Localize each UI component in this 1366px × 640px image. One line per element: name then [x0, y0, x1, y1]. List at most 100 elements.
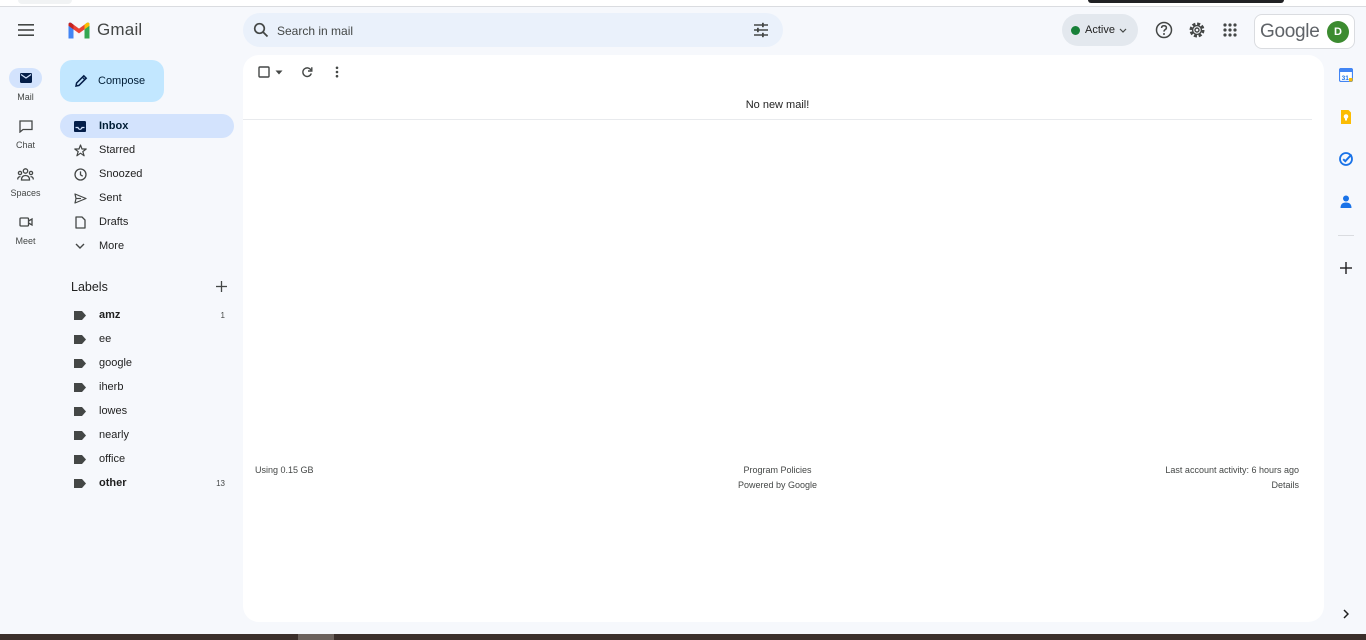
chevron-down-icon: [72, 243, 88, 249]
plus-icon: [1340, 262, 1352, 274]
account-button[interactable]: Google D: [1254, 14, 1355, 49]
apps-button[interactable]: [1219, 19, 1241, 41]
label-tag-icon: [74, 430, 86, 440]
keep-icon: [1341, 110, 1351, 124]
avatar[interactable]: D: [1327, 21, 1349, 43]
refresh-button[interactable]: [300, 65, 314, 79]
spaces-icon: [9, 164, 42, 184]
chat-icon: [9, 116, 42, 136]
label-item-google[interactable]: google: [60, 351, 234, 375]
gear-icon: [1189, 22, 1205, 38]
nav-item-sent[interactable]: Sent: [60, 186, 234, 210]
get-addons-button[interactable]: [1335, 257, 1357, 279]
meet-icon: [9, 212, 42, 232]
unread-count: 1: [220, 310, 225, 320]
rail-label: Meet: [15, 236, 36, 246]
nav-item-drafts[interactable]: Drafts: [60, 210, 234, 234]
contacts-app-button[interactable]: [1335, 190, 1357, 212]
nav-item-starred[interactable]: Starred: [60, 138, 234, 162]
unread-count: 13: [216, 478, 225, 488]
keep-app-button[interactable]: [1335, 106, 1357, 128]
divider: [243, 119, 1312, 120]
status-selector[interactable]: Active: [1062, 14, 1138, 46]
label-name: other: [99, 477, 127, 489]
status-dot-icon: [1071, 25, 1080, 35]
nav-item-snoozed[interactable]: Snoozed: [60, 162, 234, 186]
support-button[interactable]: [1153, 19, 1175, 41]
rail-item-spaces[interactable]: Spaces: [0, 164, 51, 208]
apps-grid-icon: [1223, 23, 1237, 37]
show-side-panel-button[interactable]: [1335, 603, 1357, 625]
app-name: Gmail: [97, 20, 143, 39]
nav-label: Sent: [99, 192, 122, 204]
label-name: lowes: [99, 405, 128, 417]
divider: [1338, 235, 1354, 236]
mail-icon: [9, 68, 42, 88]
details-link[interactable]: Details: [1271, 480, 1299, 490]
taskbar-item: [298, 634, 334, 640]
label-tag-icon: [74, 406, 86, 416]
compose-button[interactable]: Compose: [60, 60, 164, 102]
label-name: amz: [99, 309, 121, 321]
star-icon: [72, 143, 88, 157]
empty-inbox-message: No new mail!: [745, 99, 810, 111]
label-name: iherb: [99, 381, 124, 393]
label-item-other[interactable]: other 13: [60, 471, 234, 495]
nav-item-more[interactable]: More: [60, 234, 234, 258]
label-tag-icon: [74, 358, 86, 368]
search-input[interactable]: [275, 13, 739, 49]
gmail-m-icon: [68, 22, 90, 39]
status-label: Active: [1085, 24, 1115, 36]
nav-item-inbox[interactable]: Inbox: [60, 114, 234, 138]
label-name: office: [99, 453, 126, 465]
svg-text:31: 31: [1342, 75, 1350, 82]
main-menu-button[interactable]: [12, 16, 40, 44]
refresh-icon: [302, 67, 313, 78]
label-item-office[interactable]: office: [60, 447, 234, 471]
label-item-nearly[interactable]: nearly: [60, 423, 234, 447]
label-item-amz[interactable]: amz 1: [60, 303, 234, 327]
search-options-icon[interactable]: [753, 22, 769, 43]
draft-icon: [72, 215, 88, 229]
nav-label: Inbox: [99, 120, 129, 132]
rail-label: Spaces: [10, 188, 41, 198]
checkbox-icon: [257, 66, 270, 78]
label-item-iherb[interactable]: iherb: [60, 375, 234, 399]
nav-label: Snoozed: [99, 168, 143, 180]
program-policies-link[interactable]: Program Policies: [243, 465, 1312, 475]
gmail-logo[interactable]: Gmail: [67, 20, 142, 40]
rail-item-meet[interactable]: Meet: [0, 212, 51, 256]
powered-by-google: Powered by Google: [737, 480, 818, 490]
add-label-button[interactable]: [213, 278, 229, 294]
select-checkbox[interactable]: [255, 65, 285, 79]
mail-list-panel: No new mail! Using 0.15 GB Program Polic…: [243, 55, 1324, 622]
chevron-down-icon: [1119, 24, 1127, 36]
clock-icon: [72, 167, 88, 181]
tasks-icon: [1339, 152, 1353, 166]
search-icon[interactable]: [253, 22, 269, 43]
more-options-button[interactable]: [330, 65, 344, 79]
side-panel-bar: 31: [1326, 55, 1366, 640]
screen-notch: [1088, 0, 1284, 3]
search-bar[interactable]: [243, 13, 783, 49]
label-tag-icon: [74, 334, 86, 344]
os-taskbar: [0, 634, 1366, 640]
settings-button[interactable]: [1186, 19, 1208, 41]
rail-item-chat[interactable]: Chat: [0, 116, 51, 160]
labels-header: Labels: [71, 278, 231, 296]
last-activity: Last account activity: 6 hours ago: [1165, 465, 1299, 475]
mail-nav: Inbox Starred Snoozed Sent Drafts More: [60, 114, 234, 258]
nav-label: Drafts: [99, 216, 129, 228]
google-logo-text: Google: [1260, 20, 1320, 42]
nav-label: More: [99, 240, 125, 252]
rail-item-mail[interactable]: Mail: [0, 68, 51, 112]
label-tag-icon: [74, 454, 86, 464]
tasks-app-button[interactable]: [1335, 148, 1357, 170]
browser-tab-edge: [18, 0, 72, 4]
labels-title: Labels: [71, 280, 108, 294]
browser-top-strip: [0, 0, 1366, 7]
label-item-ee[interactable]: ee: [60, 327, 234, 351]
label-item-lowes[interactable]: lowes: [60, 399, 234, 423]
calendar-app-button[interactable]: 31: [1335, 64, 1357, 86]
labels-list: amz 1 ee google iherb lowes nearly offic…: [60, 303, 234, 495]
